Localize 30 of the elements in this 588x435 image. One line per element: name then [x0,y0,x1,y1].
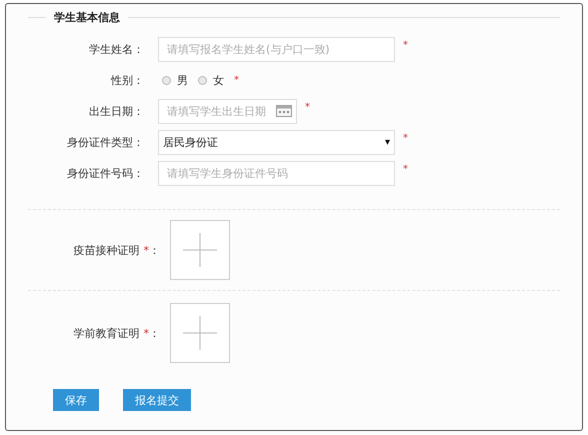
upload-label: 疫苗接种证明 [74,242,140,258]
plus-icon [183,233,217,267]
required-mark: * [403,133,408,144]
required-mark: * [144,244,149,256]
field-label: 性别： [110,73,145,88]
required-mark: * [144,326,149,340]
input-field[interactable]: 请填写报名学生姓名(与户口一致) [158,37,395,62]
date-field[interactable]: 请填写学生出生日期 [158,99,297,124]
id-type-select[interactable]: 居民身份证 ▾ [158,130,395,155]
radio-button[interactable] [198,76,207,85]
input-field[interactable]: 请填写学生身份证件号码 [158,161,395,186]
calendar-icon[interactable] [276,105,292,117]
radio-label[interactable]: 女 [213,73,224,88]
label-colon: ： [149,326,160,340]
required-mark: * [305,102,310,113]
required-mark: * [403,164,408,175]
radio-label[interactable]: 男 [177,73,188,88]
upload-label: 学前教育证明 [74,326,140,340]
field-label: 出生日期： [88,104,145,119]
radio-button[interactable] [162,76,171,85]
field-label: 身份证件号码： [66,166,145,181]
field-label: 学生姓名： [88,42,145,57]
upload-button[interactable] [170,220,230,280]
label-colon: ： [149,242,160,258]
section-title: 学生基本信息 [54,10,120,24]
required-mark: * [234,75,239,86]
required-mark: * [403,40,408,51]
upload-button[interactable] [170,303,230,363]
plus-icon [183,316,217,350]
field-label: 身份证件类型： [66,135,145,150]
